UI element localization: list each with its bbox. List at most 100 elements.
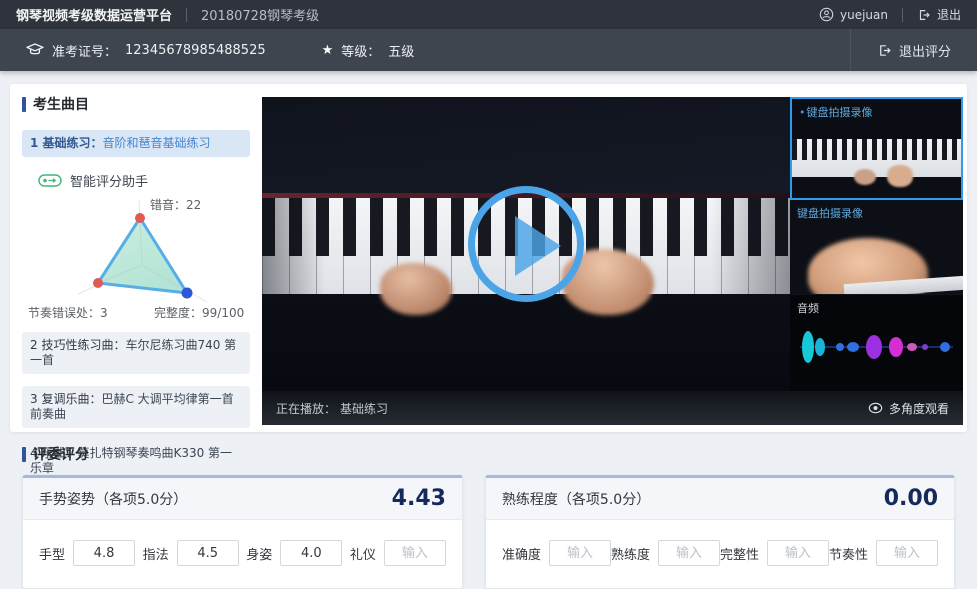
- track-list-header: 考生曲目: [22, 94, 250, 114]
- logout-label: 退出: [937, 6, 961, 23]
- track-2-label: 2 技巧性练习曲：: [30, 338, 125, 352]
- divider: [186, 8, 187, 22]
- field-completeness-input[interactable]: [767, 540, 829, 566]
- field-body-posture-input[interactable]: [280, 540, 342, 566]
- level-info: ★ 等级： 五级: [322, 41, 415, 60]
- radar-chart-svg: [22, 194, 250, 320]
- radar-chart: 错音：22 节奏错误处：3 完整度：99/100: [22, 194, 250, 320]
- card-posture-score: 4.43: [392, 486, 446, 511]
- track-item-2[interactable]: 2 技巧性练习曲：车尔尼练习曲740 第一首: [22, 332, 250, 374]
- active-dot: •: [799, 106, 806, 119]
- field-completeness-label: 完整性: [720, 544, 759, 563]
- field-etiquette-input[interactable]: [384, 540, 446, 566]
- now-playing: 正在播放： 基础练习: [276, 400, 388, 417]
- user-icon: [819, 7, 834, 22]
- field-hand-shape-label: 手型: [39, 544, 65, 563]
- mini-hand: [854, 169, 876, 185]
- field-proficiency: 熟练度: [611, 540, 720, 566]
- ai-score-assistant[interactable]: 智能评分助手: [38, 171, 250, 190]
- judge-scoring-section: 评委评分 手势姿势（各项5.0分） 4.43 手型 指法 身姿: [10, 444, 967, 589]
- exit-scoring-button[interactable]: 退出评分: [850, 29, 951, 71]
- card-proficiency-score: 0.00: [884, 486, 938, 511]
- video-control-bar: 正在播放： 基础练习 多角度观看: [262, 391, 963, 425]
- now-playing-track: 基础练习: [340, 400, 388, 417]
- angle-thumbnails: •键盘拍摄录像 键盘拍摄录像 音频: [790, 97, 963, 391]
- logout-button[interactable]: 退出: [917, 6, 961, 23]
- field-etiquette: 礼仪: [350, 540, 446, 566]
- now-playing-label: 正在播放：: [276, 400, 336, 417]
- mini-piano-body: [792, 177, 961, 198]
- field-proficiency-input[interactable]: [658, 540, 720, 566]
- app-title: 钢琴视频考级数据运营平台: [16, 5, 172, 24]
- track-list-title: 考生曲目: [33, 94, 89, 114]
- thumbnail-audio[interactable]: 音频: [790, 295, 963, 391]
- card-proficiency-header: 熟练程度（各项5.0分） 0.00: [486, 478, 954, 520]
- top-navbar: 钢琴视频考级数据运营平台 20180728钢琴考级 yuejuan 退出: [0, 0, 977, 29]
- exit-scoring-icon: [877, 43, 892, 58]
- ticket-info: 准考证号： 12345678985488525: [26, 41, 266, 60]
- user-name: yuejuan: [840, 8, 888, 22]
- thumbnail-keyboard-cam-2[interactable]: 键盘拍摄录像: [790, 200, 963, 295]
- track-1-value: 音阶和琶音基础练习: [103, 136, 211, 150]
- level-value: 五级: [388, 41, 414, 60]
- radar-point-wrong-notes: [135, 213, 145, 223]
- card-posture-header: 手势姿势（各项5.0分） 4.43: [23, 478, 462, 520]
- field-hand-shape-input[interactable]: [73, 540, 135, 566]
- score-card-posture: 手势姿势（各项5.0分） 4.43 手型 指法 身姿 礼仪: [22, 475, 463, 589]
- track-item-1[interactable]: 1 基础练习：音阶和琶音基础练习: [22, 130, 250, 157]
- field-fingering-label: 指法: [143, 544, 169, 563]
- divider: [902, 8, 903, 22]
- field-accuracy-label: 准确度: [502, 544, 541, 563]
- mini-piano-keys: [792, 139, 961, 177]
- track-1-label: 1 基础练习：: [30, 136, 103, 150]
- field-hand-shape: 手型: [39, 540, 135, 566]
- card-proficiency-title: 熟练程度（各项5.0分）: [502, 489, 650, 509]
- mini-hand-2: [887, 165, 913, 187]
- thumbnail-keyboard-cam-1[interactable]: •键盘拍摄录像: [790, 97, 963, 200]
- multi-angle-label: 多角度观看: [889, 400, 949, 417]
- user-menu[interactable]: yuejuan: [819, 7, 888, 22]
- card-posture-title: 手势姿势（各项5.0分）: [39, 489, 187, 509]
- field-fingering: 指法: [143, 540, 239, 566]
- exam-main-panel: 考生曲目 1 基础练习：音阶和琶音基础练习 智能评分助手: [10, 84, 967, 432]
- ticket-label: 准考证号：: [52, 41, 117, 60]
- radar-label-completeness: 完整度：99/100: [154, 304, 244, 321]
- video-player: •键盘拍摄录像 键盘拍摄录像 音频: [262, 97, 963, 425]
- radar-label-rhythm-errors: 节奏错误处：3: [28, 304, 108, 321]
- level-label: 等级：: [341, 41, 380, 60]
- radar-point-completeness: [182, 288, 193, 299]
- field-rhythm-input[interactable]: [876, 540, 938, 566]
- thumbnail-1-label: •键盘拍摄录像: [799, 104, 873, 120]
- score-card-proficiency: 熟练程度（各项5.0分） 0.00 准确度 熟练度 完整性 节奏性: [485, 475, 955, 589]
- track-list: 考生曲目 1 基础练习：音阶和琶音基础练习 智能评分助手: [22, 94, 250, 482]
- track-item-3[interactable]: 3 复调乐曲：巴赫C 大调平均律第一首前奏曲: [22, 386, 250, 428]
- field-accuracy: 准确度: [502, 540, 611, 566]
- field-rhythm: 节奏性: [829, 540, 938, 566]
- track-3-label: 3 复调乐曲：: [30, 392, 101, 406]
- star-icon: ★: [322, 43, 334, 58]
- ticket-number: 12345678985488525: [125, 43, 266, 58]
- multi-angle-button[interactable]: 多角度观看: [868, 400, 949, 417]
- scoring-header: 评委评分: [10, 444, 967, 464]
- logout-icon: [917, 8, 931, 22]
- field-completeness: 完整性: [720, 540, 829, 566]
- field-body-posture-label: 身姿: [246, 544, 272, 563]
- thumbnail-2-label: 键盘拍摄录像: [797, 205, 863, 221]
- eye-icon: [868, 402, 883, 414]
- field-rhythm-label: 节奏性: [829, 544, 868, 563]
- assistant-label: 智能评分助手: [70, 171, 148, 190]
- piano-body: [262, 294, 790, 391]
- section-marker: [22, 447, 26, 462]
- field-body-posture: 身姿: [246, 540, 342, 566]
- main-video-frame[interactable]: [262, 97, 790, 391]
- radar-point-rhythm-errors: [93, 278, 103, 288]
- section-marker: [22, 97, 26, 112]
- scoring-title: 评委评分: [33, 444, 89, 464]
- field-fingering-input[interactable]: [177, 540, 239, 566]
- field-accuracy-input[interactable]: [549, 540, 611, 566]
- play-icon: [515, 216, 561, 276]
- thumbnail-audio-label: 音频: [797, 300, 819, 316]
- pianist-left-hand: [380, 263, 452, 315]
- field-etiquette-label: 礼仪: [350, 544, 376, 563]
- play-button[interactable]: [468, 186, 584, 302]
